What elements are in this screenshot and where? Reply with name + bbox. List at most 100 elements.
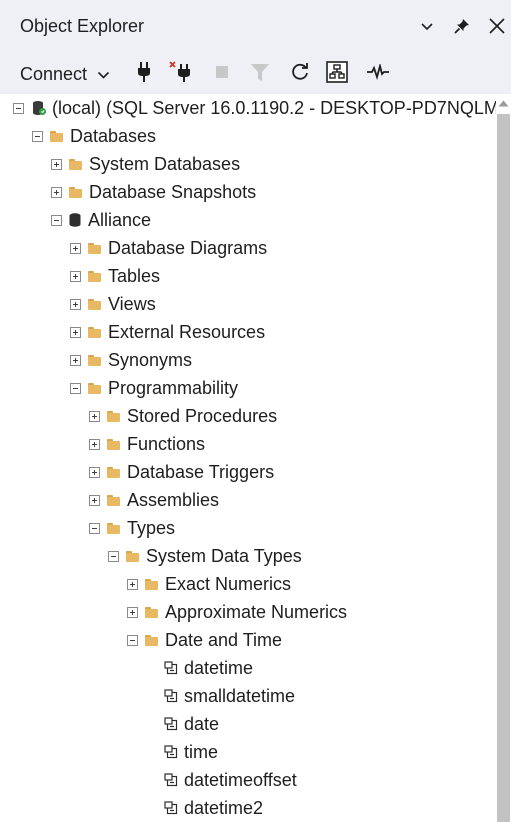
vertical-scrollbar[interactable] (496, 94, 511, 822)
summary-report-icon (326, 60, 348, 88)
tree-node-data-type[interactable]: date (0, 710, 496, 738)
expand-toggle[interactable] (89, 466, 100, 478)
tree-node-system-data-types[interactable]: System Data Types (0, 542, 496, 570)
tree-node-approximate-numerics[interactable]: Approximate Numerics (0, 598, 496, 626)
server-connected-icon (31, 100, 47, 116)
disconnect-button[interactable] (167, 60, 195, 88)
node-label: System Data Types (146, 545, 302, 566)
collapse-toggle[interactable] (127, 634, 138, 646)
tree-node-database-triggers[interactable]: Database Triggers (0, 458, 496, 486)
collapse-toggle[interactable] (70, 382, 81, 394)
tree-node-synonyms[interactable]: Synonyms (0, 346, 496, 374)
tree-node-database-diagrams[interactable]: Database Diagrams (0, 234, 496, 262)
stop-button[interactable] (208, 60, 236, 88)
node-label: datetime (184, 657, 254, 678)
folder-icon (107, 438, 120, 450)
folder-icon (107, 410, 120, 422)
tree-node-server[interactable]: (local) (SQL Server 16.0.1190.2 - DESKTO… (0, 94, 496, 122)
tree-node-types[interactable]: Types (0, 514, 496, 542)
filter-button[interactable] (246, 60, 274, 88)
node-label: time (184, 741, 219, 762)
tree-node-programmability[interactable]: Programmability (0, 374, 496, 402)
collapse-toggle[interactable] (108, 550, 119, 562)
node-label: Types (127, 517, 176, 538)
expand-toggle[interactable] (70, 354, 81, 366)
node-label: System Databases (89, 153, 241, 174)
collapse-toggle[interactable] (51, 214, 62, 226)
folder-icon (107, 494, 120, 506)
collapse-toggle[interactable] (13, 102, 24, 114)
expand-toggle[interactable] (70, 326, 81, 338)
object-explorer-tree: (local) (SQL Server 16.0.1190.2 - DESKTO… (0, 94, 496, 822)
node-label: Tables (108, 265, 161, 286)
pin-icon (453, 17, 471, 40)
tree-node-assemblies[interactable]: Assemblies (0, 486, 496, 514)
node-label: Assemblies (127, 489, 220, 510)
refresh-button[interactable] (286, 60, 314, 88)
tree-node-alliance[interactable]: Alliance (0, 206, 496, 234)
title-bar: Object Explorer (0, 0, 511, 57)
folder-icon (145, 634, 158, 646)
node-label: Date and Time (165, 629, 283, 650)
connect-plug-icon (135, 61, 153, 88)
tree-node-data-type[interactable]: smalldatetime (0, 682, 496, 710)
expand-toggle[interactable] (89, 494, 100, 506)
tree-node-exact-numerics[interactable]: Exact Numerics (0, 570, 496, 598)
node-label: External Resources (108, 321, 266, 342)
tree-node-database-snapshots[interactable]: Database Snapshots (0, 178, 496, 206)
node-label: Database Diagrams (108, 237, 268, 258)
tree-node-data-type[interactable]: time (0, 738, 496, 766)
node-label: Programmability (108, 377, 239, 398)
tree-node-functions[interactable]: Functions (0, 430, 496, 458)
expand-toggle[interactable] (89, 438, 100, 450)
connect-dropdown[interactable]: Connect (20, 60, 110, 88)
folder-icon (145, 606, 158, 618)
node-label: Approximate Numerics (165, 601, 348, 622)
tree-node-databases[interactable]: Databases (0, 122, 496, 150)
tree-node-tables[interactable]: Tables (0, 262, 496, 290)
connect-button[interactable] (130, 60, 158, 88)
node-label: Alliance (88, 209, 152, 230)
disconnect-plug-icon (169, 60, 193, 88)
folder-icon (107, 466, 120, 478)
refresh-icon (290, 62, 310, 87)
collapse-toggle[interactable] (32, 130, 43, 142)
tree-node-external-resources[interactable]: External Resources (0, 318, 496, 346)
tree-node-data-type[interactable]: datetime2 (0, 794, 496, 822)
tree-node-data-type[interactable]: datetimeoffset (0, 766, 496, 794)
expand-toggle[interactable] (70, 270, 81, 282)
expand-toggle[interactable] (127, 606, 138, 618)
folder-icon (145, 578, 158, 590)
close-button[interactable] (484, 14, 510, 42)
activity-monitor-button[interactable] (364, 60, 392, 88)
folder-icon (88, 270, 101, 282)
tree-node-date-and-time[interactable]: Date and Time (0, 626, 496, 654)
node-label: Database Triggers (127, 461, 275, 482)
data-type-icon (164, 745, 178, 759)
tree-node-system-databases[interactable]: System Databases (0, 150, 496, 178)
data-type-icon (164, 689, 178, 703)
node-label: smalldatetime (184, 685, 296, 706)
auto-hide-pin-button[interactable] (449, 14, 475, 42)
node-label: Stored Procedures (127, 405, 278, 426)
tree-node-stored-procedures[interactable]: Stored Procedures (0, 402, 496, 430)
summary-report-button[interactable] (323, 60, 351, 88)
filter-icon (250, 62, 270, 87)
expand-toggle[interactable] (51, 158, 62, 170)
expand-toggle[interactable] (51, 186, 62, 198)
tree-node-views[interactable]: Views (0, 290, 496, 318)
expand-toggle[interactable] (127, 578, 138, 590)
folder-icon (69, 186, 82, 198)
expand-toggle[interactable] (89, 410, 100, 422)
panel-title: Object Explorer (20, 16, 145, 36)
tree-node-data-type[interactable]: datetime (0, 654, 496, 682)
collapse-toggle[interactable] (89, 522, 100, 534)
scroll-up-button[interactable] (497, 96, 510, 110)
node-label: Synonyms (108, 349, 193, 370)
expand-toggle[interactable] (70, 298, 81, 310)
database-icon (69, 213, 81, 227)
expand-toggle[interactable] (70, 242, 81, 254)
scroll-thumb[interactable] (497, 114, 510, 822)
folder-icon (88, 354, 101, 366)
window-position-dropdown[interactable] (414, 14, 440, 42)
